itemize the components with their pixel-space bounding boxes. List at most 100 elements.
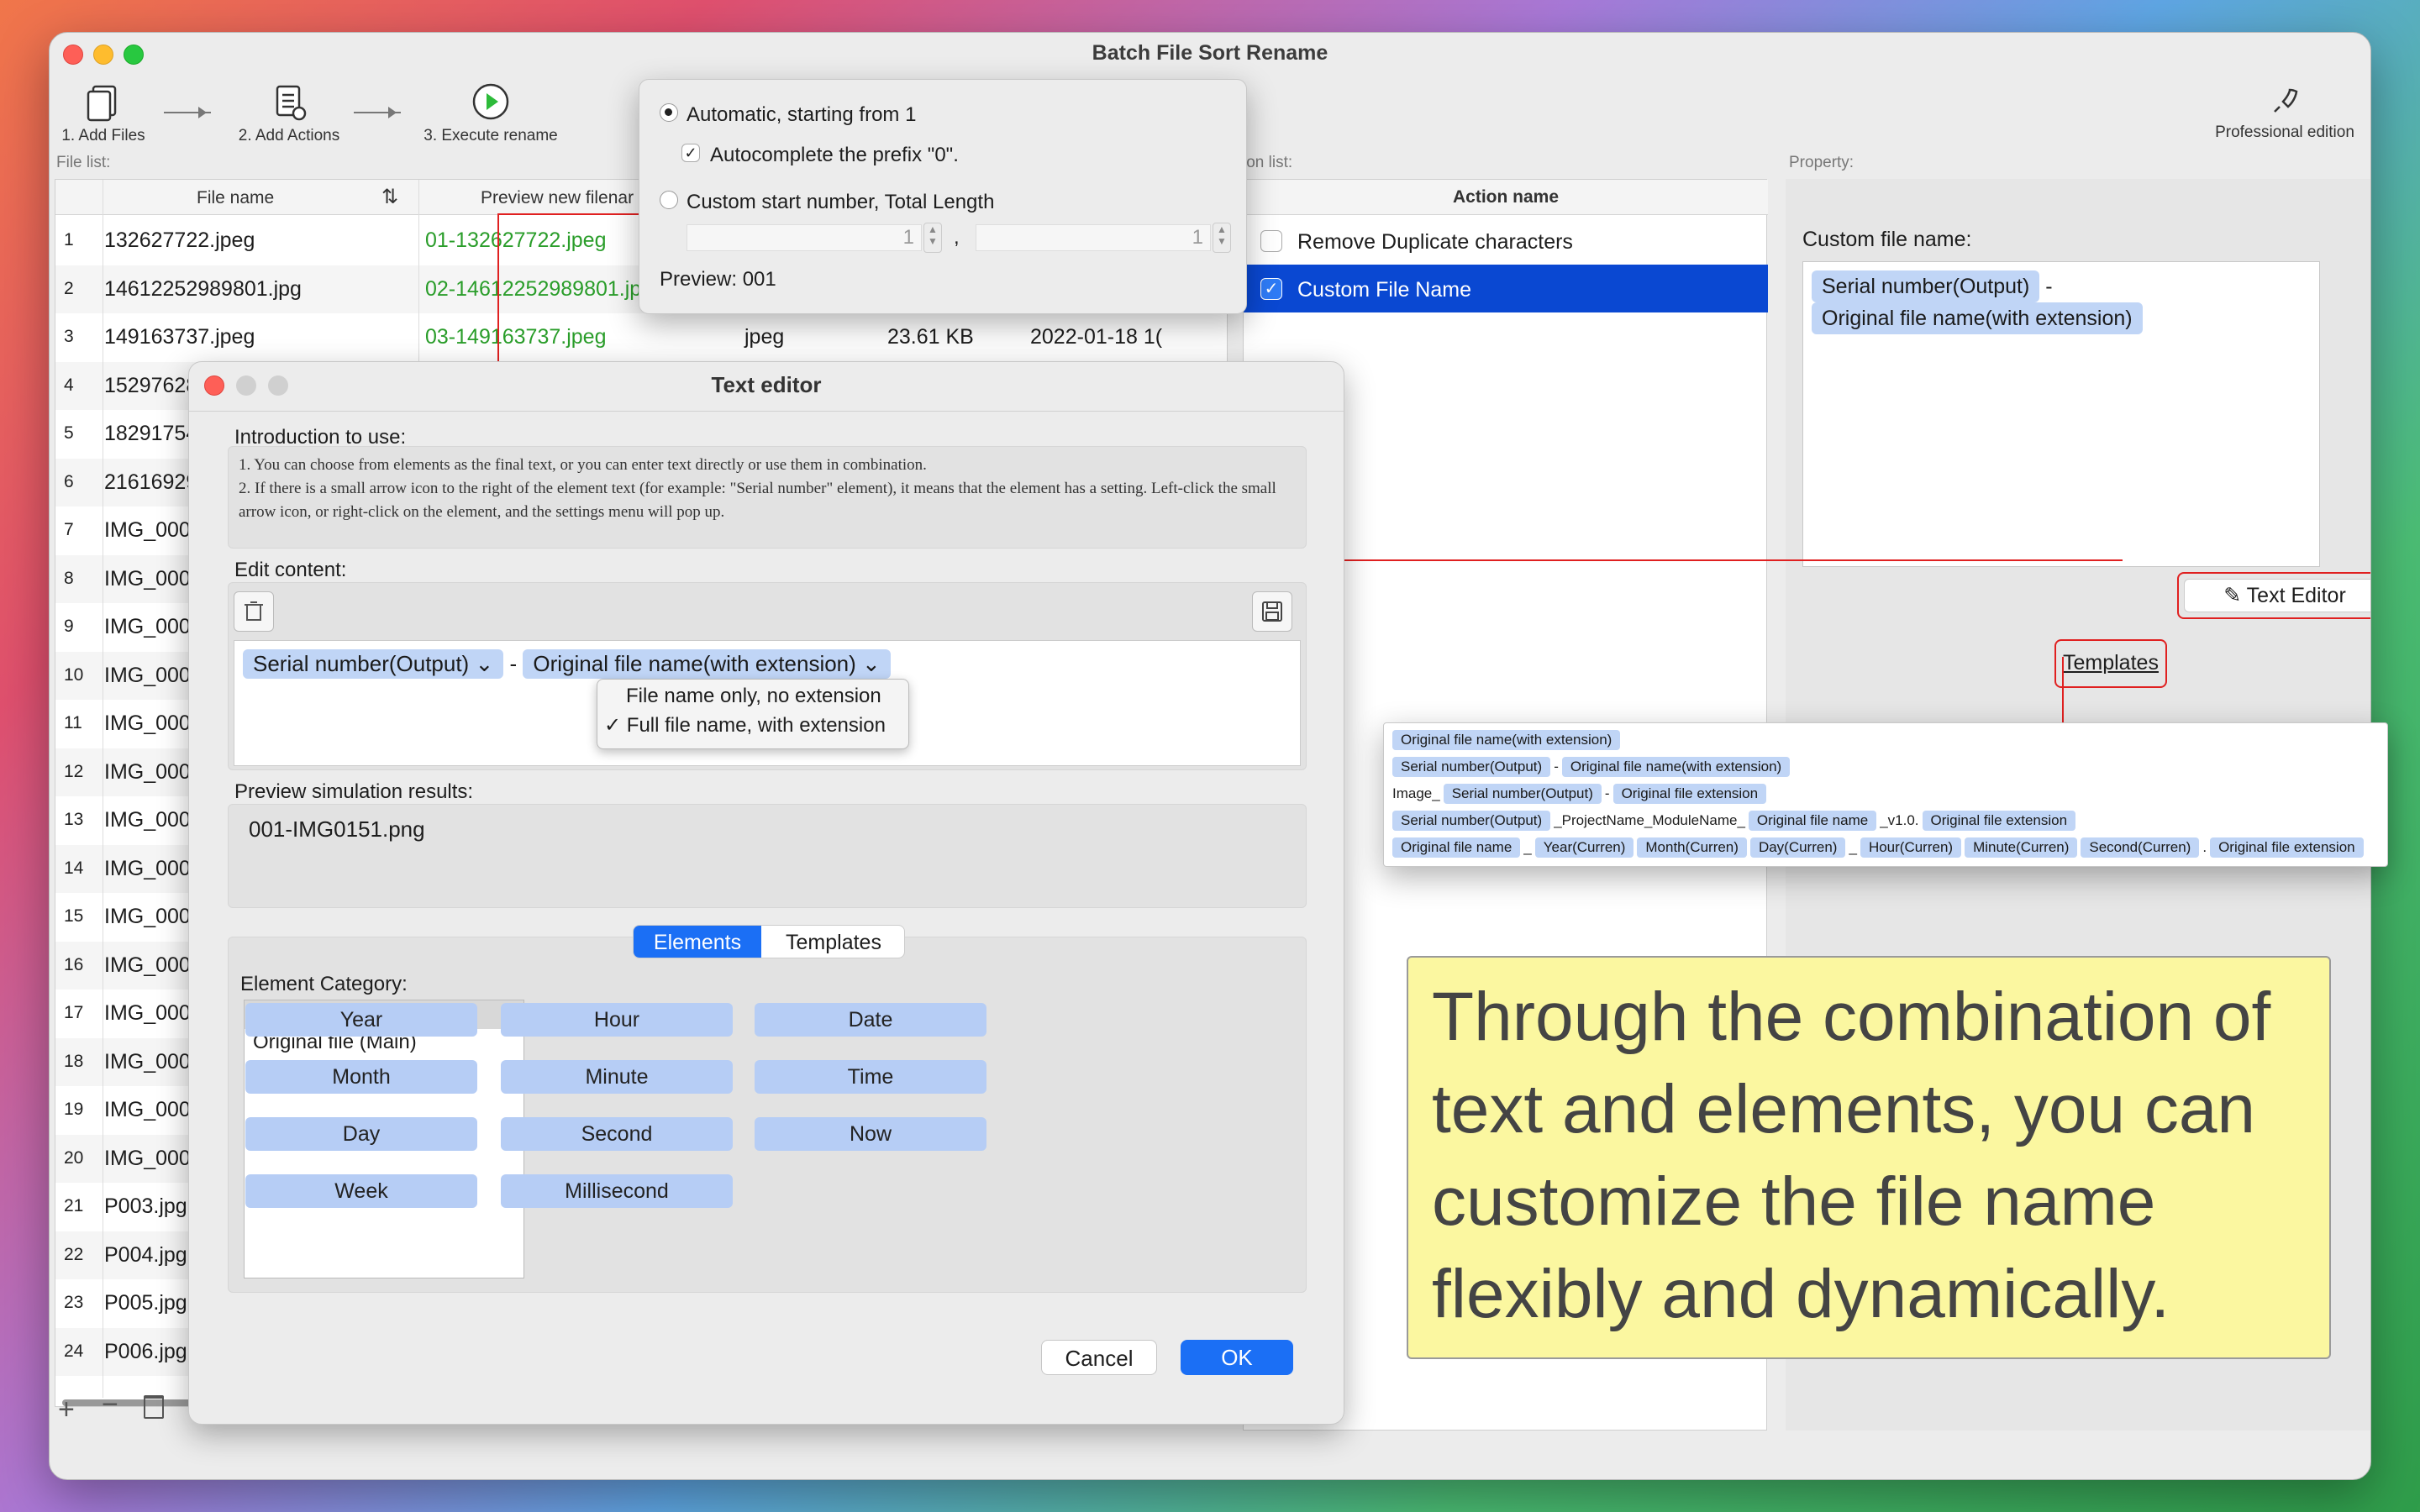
templates-link[interactable]: Templates [2054,639,2167,688]
clear-content-button[interactable] [234,591,274,632]
table-row[interactable]: 3 149163737.jpeg 03-149163737.jpeg jpeg 23.6… [55,313,1228,361]
text-editor-label: Text Editor [2246,584,2346,607]
tab-templates[interactable]: Templates [761,926,904,958]
intro-box: 1. You can choose from elements as the f… [228,446,1307,549]
document-icon [87,85,117,122]
file-name-cell: P006.jpg [104,1339,187,1363]
action-item[interactable]: Remove Duplicate characters [1244,217,1768,265]
intro-line-1: 1. You can choose from elements as the f… [239,456,927,474]
element-button[interactable]: Day [245,1117,477,1151]
ok-button[interactable]: OK [1181,1340,1293,1375]
template-chip: Serial number(Output) [1443,784,1602,804]
template-chip: Original file name(with extension) [1561,757,1791,777]
chevron-down-icon[interactable]: ⌄ [862,651,881,676]
add-files-button[interactable]: 1. Add Files [53,81,154,145]
remove-file-icon[interactable]: − [102,1389,118,1421]
cancel-button[interactable]: Cancel [1041,1340,1157,1375]
action-checkbox[interactable]: ✓ [1260,278,1282,300]
template-chip: Month(Curren) [1637,837,1747,858]
original-file-name-chip[interactable]: Original file name(with extension) [1812,302,2143,334]
row-number: 2 [64,278,74,298]
trash-icon [245,601,263,621]
template-row[interactable]: Serial number(Output) _ProjectName_Module… [1392,811,2079,831]
play-icon [472,83,509,120]
text-editor-dialog: Text editor Introduction to use: 1. You … [188,361,1344,1425]
serial-number-element[interactable]: Serial number(Output) ⌄ [243,649,504,679]
file-name-cell: IMG_000 [104,615,191,638]
tab-elements[interactable]: Elements [634,926,761,958]
add-actions-button[interactable]: 2. Add Actions [218,81,360,145]
templates-label: Templates [2063,651,2159,675]
start-number-input[interactable]: 1 [687,224,922,251]
automatic-label: Automatic, starting from 1 [687,103,917,126]
action-item[interactable]: ✓ Custom File Name [1244,265,1768,312]
professional-edition-label: Professional edition [2215,123,2354,141]
professional-edition-button[interactable]: Professional edition [2201,85,2369,142]
menu-item-name-only[interactable]: File name only, no extension [626,685,881,708]
col-file-name[interactable]: File name [197,188,274,208]
preview-name-cell: 03-149163737.jpeg [425,325,607,349]
row-number: 9 [64,617,74,636]
action-label: Custom File Name [1297,278,1471,302]
autocomplete-checkbox[interactable]: ✓ [681,144,700,162]
custom-label: Custom start number, Total Length [687,191,995,213]
original-file-name-element[interactable]: Original file name(with extension) ⌄ [523,649,891,679]
total-length-input[interactable]: 1 [976,224,1211,251]
row-number: 19 [64,1100,84,1119]
element-button[interactable]: Year [245,1003,477,1037]
serial-number-chip[interactable]: Serial number(Output) [1812,270,2040,302]
template-row[interactable]: Serial number(Output) - Original file name… [1392,757,1793,777]
automatic-radio[interactable] [660,103,678,122]
length-stepper[interactable]: ▲ ▼ [1213,223,1231,253]
chevron-down-icon[interactable]: ⌄ [475,651,493,676]
template-text: . [2202,839,2207,855]
annotation-note: Through the combination of text and elem… [1407,956,2331,1359]
menu-item-full-name[interactable]: ✓ Full file name, with extension [604,713,886,738]
serial-settings-popup: Automatic, starting from 1 ✓ Autocomplet… [639,79,1247,314]
template-row[interactable]: Original file name(with extension) [1392,730,1623,750]
save-content-button[interactable] [1252,591,1292,632]
template-chip: Original file extension [1922,811,2076,831]
element-button[interactable]: Hour [501,1003,733,1037]
row-number: 10 [64,664,84,685]
row-number: 5 [64,423,74,443]
template-chip: Original file name [1392,837,1521,858]
action-list-label: ion list: [1243,154,1293,171]
preview-label: Preview simulation results: [234,780,474,803]
element-button[interactable]: Second [501,1117,733,1151]
save-icon [1262,601,1282,622]
autocomplete-label: Autocomplete the prefix "0". [710,144,959,166]
add-file-icon[interactable]: + [58,1394,75,1426]
preview-name-cell: 02-14612252989801.jp [425,276,642,301]
element-button[interactable]: Millisecond [501,1174,733,1208]
custom-radio[interactable] [660,191,678,209]
checkmark-icon: ✓ [604,714,622,737]
template-row[interactable]: Original file name _ Year(Curren) Month(Cur… [1392,837,2367,858]
file-name-cell: P004.jpg [104,1242,187,1267]
start-stepper[interactable]: ▲ ▼ [923,223,942,253]
element-button[interactable]: Now [755,1117,986,1151]
custom-file-name-box[interactable]: Serial number(Output) - Original file na… [1802,261,2320,567]
file-list-label: File list: [56,154,111,171]
element-button[interactable]: Minute [501,1060,733,1094]
row-number: 15 [64,906,84,926]
action-checkbox[interactable] [1260,230,1282,252]
sort-icon[interactable]: ⇅ [381,185,398,209]
comma-text: , [954,226,960,249]
element-button[interactable]: Date [755,1003,986,1037]
trash-icon[interactable] [144,1395,164,1419]
template-row[interactable]: Image_ Serial number(Output) - Original fil… [1392,784,1770,804]
tab-bar: Elements Templates [633,925,905,958]
text-editor-button[interactable]: ✎ Text Editor [2177,572,2370,619]
edit-content-area: Serial number(Output) ⌄ - Original file … [228,582,1307,770]
execute-rename-button[interactable]: 3. Execute rename [411,81,571,145]
template-chip: Serial number(Output) [1392,811,1551,831]
col-preview[interactable]: Preview new filenar [481,188,634,208]
row-number: 6 [64,471,74,491]
element-button[interactable]: Month [245,1060,477,1094]
element-button[interactable]: Week [245,1174,477,1208]
file-name-cell: 14612252989801.jpg [104,276,302,301]
row-number: 12 [64,761,84,781]
element-category-label: Element Category: [240,973,408,995]
element-button[interactable]: Time [755,1060,986,1094]
